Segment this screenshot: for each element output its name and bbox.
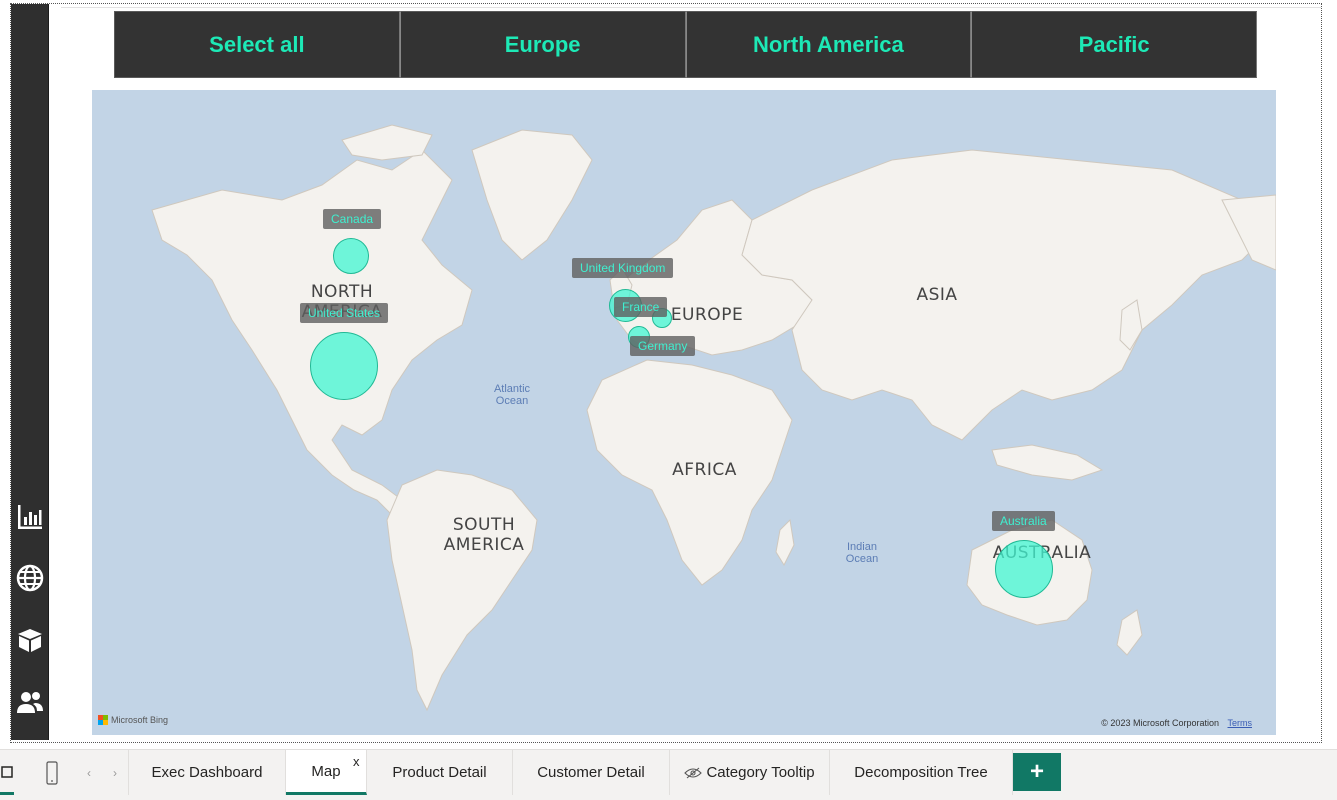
bubble-tag-australia: Australia — [992, 511, 1055, 531]
add-page-button[interactable]: + — [1013, 753, 1061, 791]
slicer-europe-button[interactable]: Europe — [399, 11, 686, 78]
slicer-north-america-button[interactable]: North America — [685, 11, 972, 78]
terms-link[interactable]: Terms — [1228, 718, 1253, 728]
scroll-left-icon[interactable]: ‹ — [80, 750, 98, 795]
bar-chart-icon[interactable] — [14, 501, 46, 533]
box-icon[interactable] — [14, 624, 46, 656]
people-icon[interactable] — [14, 686, 46, 718]
bubble-tag-germany: Germany — [630, 336, 696, 356]
label-atlantic-ocean: Atlantic Ocean — [493, 383, 531, 407]
map-landmass — [151, 124, 1276, 712]
tab-label: Product Detail — [392, 764, 487, 781]
left-nav-bar — [11, 4, 49, 740]
label-indian-ocean: Indian Ocean — [845, 541, 879, 565]
bubble-tag-united-kingdom: United Kingdom — [572, 258, 674, 278]
microsoft-logo-icon — [98, 715, 108, 725]
desktop-view-icon[interactable] — [0, 750, 14, 795]
bubble-tag-canada: Canada — [323, 209, 382, 229]
globe-icon[interactable] — [14, 562, 46, 594]
bubble-united-states[interactable] — [310, 332, 378, 400]
tab-label: Customer Detail — [537, 764, 645, 781]
label-europe: EUROPE — [670, 305, 744, 325]
slicer-pacific-button[interactable]: Pacific — [971, 11, 1257, 78]
tab-category-tooltip[interactable]: Category Tooltip — [670, 750, 830, 795]
tab-customer-detail[interactable]: Customer Detail — [513, 750, 670, 795]
map-copyright: © 2023 Microsoft Corporation Terms — [1101, 718, 1252, 728]
tab-product-detail[interactable]: Product Detail — [367, 750, 513, 795]
tab-decomposition-tree[interactable]: Decomposition Tree — [830, 750, 1013, 795]
bubble-tag-france: France — [614, 297, 668, 317]
page-tab-bar: ‹ › Exec Dashboard Map x Product Detail … — [0, 749, 1337, 800]
slicer-select-all-button[interactable]: Select all — [114, 11, 400, 78]
report-canvas: Select all Europe North America Pacific — [0, 0, 1337, 800]
close-tab-icon[interactable]: x — [353, 754, 360, 769]
copyright-text: © 2023 Microsoft Corporation — [1101, 718, 1219, 728]
bubble-tag-united-states: United States — [300, 303, 389, 323]
tab-label: Exec Dashboard — [151, 764, 263, 781]
label-asia: ASIA — [916, 285, 958, 305]
bing-attribution: Microsoft Bing — [111, 715, 169, 725]
label-africa: AFRICA — [672, 460, 737, 480]
scroll-right-icon[interactable]: › — [106, 750, 124, 795]
region-slicer: Select all Europe North America Pacific — [114, 11, 1257, 78]
bing-logo: Microsoft Bing — [98, 715, 168, 725]
tab-label: Map — [311, 762, 341, 780]
bubble-australia[interactable] — [995, 540, 1053, 598]
world-map[interactable]: NORTHAMERICA EUROPE ASIA AFRICA SOUTHAME… — [92, 90, 1276, 735]
tab-label: Category Tooltip — [706, 764, 815, 781]
tab-label: Decomposition Tree — [854, 764, 988, 781]
mobile-view-icon[interactable] — [38, 750, 66, 795]
bubble-canada[interactable] — [333, 238, 369, 274]
tab-exec-dashboard[interactable]: Exec Dashboard — [128, 750, 286, 795]
hidden-page-icon — [684, 767, 703, 778]
page-top-strip — [61, 4, 1321, 8]
label-south-america: SOUTH AMERICA — [443, 515, 525, 555]
